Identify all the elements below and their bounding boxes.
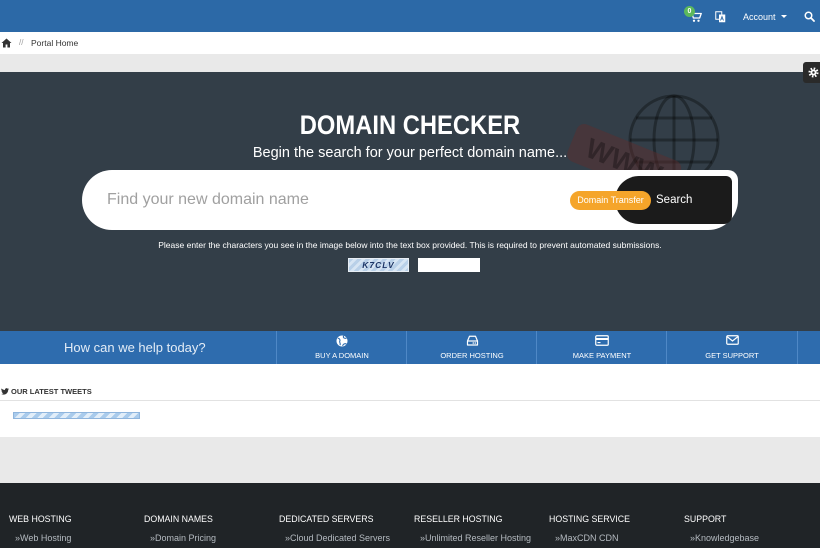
top-navbar: 0 Account <box>0 0 820 32</box>
globe-icon <box>336 335 348 347</box>
make-payment-button[interactable]: MAKE PAYMENT <box>536 331 666 364</box>
domain-transfer-button[interactable]: Domain Transfer <box>570 191 651 210</box>
footer-column-hosting-service: HOSTING SERVICE »MaxCDN CDN <box>549 483 684 548</box>
buy-domain-label: BUY A DOMAIN <box>315 351 369 360</box>
breadcrumb-separator: // <box>19 38 24 47</box>
buy-domain-button[interactable]: BUY A DOMAIN <box>276 331 406 364</box>
settings-toggle[interactable] <box>803 62 820 83</box>
footer-link[interactable]: »Domain Pricing <box>150 532 216 544</box>
order-hosting-label: ORDER HOSTING <box>440 351 504 360</box>
hero-subtitle: Begin the search for your perfect domain… <box>252 145 568 161</box>
help-bar-divider <box>797 331 820 364</box>
breadcrumb: // Portal Home <box>0 32 820 54</box>
order-hosting-button[interactable]: ORDER HOSTING <box>406 331 536 364</box>
captcha-input[interactable] <box>418 258 480 272</box>
home-icon[interactable] <box>1 38 12 48</box>
footer-heading: SUPPORT <box>684 514 727 524</box>
footer-link[interactable]: »MaxCDN CDN <box>555 532 619 544</box>
envelope-icon <box>725 335 739 345</box>
get-support-label: GET SUPPORT <box>705 351 759 360</box>
domain-search-form: Search Domain Transfer <box>82 170 738 230</box>
get-support-button[interactable]: GET SUPPORT <box>666 331 796 364</box>
footer-heading: RESELLER HOSTING <box>414 514 503 524</box>
gear-icon <box>808 67 819 78</box>
tweets-panel <box>0 400 820 437</box>
footer: WEB HOSTING »Web Hosting DOMAIN NAMES »D… <box>0 483 820 548</box>
make-payment-label: MAKE PAYMENT <box>572 351 632 360</box>
footer-column-dedicated-servers: DEDICATED SERVERS »Cloud Dedicated Serve… <box>279 483 414 548</box>
footer-link[interactable]: »Cloud Dedicated Servers <box>285 532 390 544</box>
domain-checker-hero: WWW DOMAIN CHECKER Begin the search for … <box>0 72 820 331</box>
footer-link[interactable]: »Knowledgebase <box>690 532 759 544</box>
footer-link[interactable]: »Unlimited Reseller Hosting <box>420 532 531 544</box>
help-bar: How can we help today? BUY A DOMAIN ORDE… <box>0 331 820 364</box>
footer-heading: HOSTING SERVICE <box>549 514 630 524</box>
domain-search-input[interactable] <box>107 170 547 230</box>
twitter-icon <box>1 388 9 395</box>
breadcrumb-portal-home[interactable]: Portal Home <box>31 32 78 54</box>
footer-heading: DOMAIN NAMES <box>144 514 213 524</box>
tweets-loading-bar <box>13 412 140 419</box>
latest-tweets-section: OUR LATEST TWEETS <box>0 364 820 437</box>
latest-tweets-title: OUR LATEST TWEETS <box>11 387 92 396</box>
search-icon[interactable] <box>804 11 815 22</box>
captcha-image: K7CLV <box>348 258 409 272</box>
footer-column-support: SUPPORT »Knowledgebase <box>684 483 819 548</box>
help-heading: How can we help today? <box>64 340 206 355</box>
footer-column-reseller-hosting: RESELLER HOSTING »Unlimited Reseller Hos… <box>414 483 549 548</box>
chevron-down-icon <box>780 15 787 19</box>
footer-heading: WEB HOSTING <box>9 514 72 524</box>
hdd-icon <box>466 335 478 346</box>
footer-link[interactable]: »Web Hosting <box>15 532 71 544</box>
account-menu[interactable]: Account <box>743 10 787 24</box>
footer-column-web-hosting: WEB HOSTING »Web Hosting <box>9 483 144 548</box>
credit-card-icon <box>595 335 609 346</box>
hero-title: DOMAIN CHECKER <box>299 110 521 140</box>
footer-column-domain-names: DOMAIN NAMES »Domain Pricing <box>144 483 279 548</box>
cart-count-badge: 0 <box>684 6 695 17</box>
captcha-instruction: Please enter the characters you see in t… <box>158 240 662 250</box>
footer-heading: DEDICATED SERVERS <box>279 514 374 524</box>
language-icon[interactable] <box>715 11 726 23</box>
account-label: Account <box>743 12 776 22</box>
